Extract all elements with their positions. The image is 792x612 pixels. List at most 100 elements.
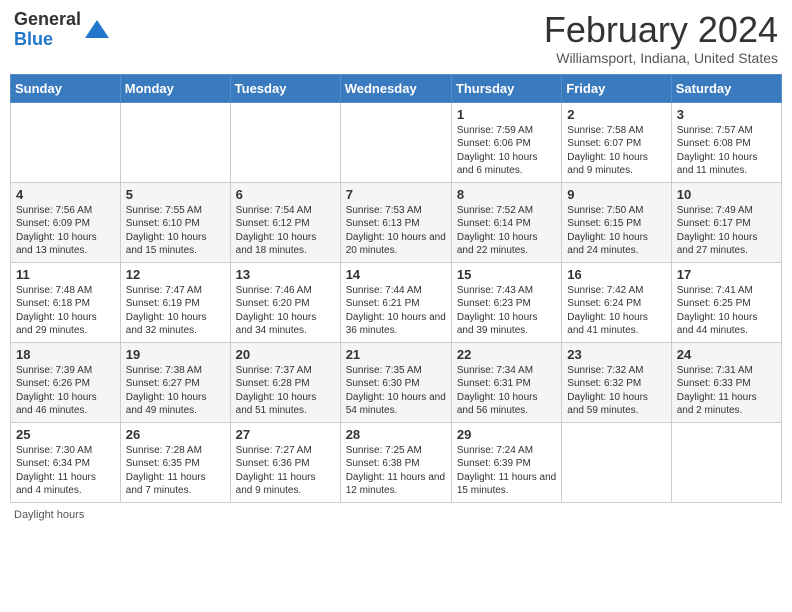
day-info: Sunrise: 7:38 AM Sunset: 6:27 PM Dayligh… [126, 364, 225, 418]
day-number: 26 [126, 427, 225, 442]
day-info: Sunrise: 7:46 AM Sunset: 6:20 PM Dayligh… [236, 284, 335, 338]
main-title: February 2024 [544, 10, 778, 50]
calendar-cell: 25 Sunrise: 7:30 AM Sunset: 6:34 PM Dayli… [11, 422, 121, 502]
day-number: 29 [457, 427, 556, 442]
calendar-cell: 22 Sunrise: 7:34 AM Sunset: 6:31 PM Dayli… [451, 342, 561, 422]
day-info: Sunrise: 7:27 AM Sunset: 6:36 PM Dayligh… [236, 444, 335, 498]
day-info: Sunrise: 7:39 AM Sunset: 6:26 PM Dayligh… [16, 364, 115, 418]
day-info: Sunrise: 7:30 AM Sunset: 6:34 PM Dayligh… [16, 444, 115, 498]
calendar-cell: 19 Sunrise: 7:38 AM Sunset: 6:27 PM Dayli… [120, 342, 230, 422]
column-header-wednesday: Wednesday [340, 74, 451, 102]
day-info: Sunrise: 7:31 AM Sunset: 6:33 PM Dayligh… [677, 364, 776, 418]
day-info: Sunrise: 7:47 AM Sunset: 6:19 PM Dayligh… [126, 284, 225, 338]
column-header-friday: Friday [562, 74, 671, 102]
calendar-cell: 11 Sunrise: 7:48 AM Sunset: 6:18 PM Dayli… [11, 262, 121, 342]
day-info: Sunrise: 7:44 AM Sunset: 6:21 PM Dayligh… [346, 284, 446, 338]
day-info: Sunrise: 7:42 AM Sunset: 6:24 PM Dayligh… [567, 284, 665, 338]
calendar-cell: 4 Sunrise: 7:56 AM Sunset: 6:09 PM Daylig… [11, 182, 121, 262]
day-info: Sunrise: 7:35 AM Sunset: 6:30 PM Dayligh… [346, 364, 446, 418]
calendar-cell: 1Sunrise: 7:59 AM Sunset: 6:06 PM Daylig… [451, 102, 561, 182]
day-info: Sunrise: 7:41 AM Sunset: 6:25 PM Dayligh… [677, 284, 776, 338]
day-number: 7 [346, 187, 446, 202]
day-number: 15 [457, 267, 556, 282]
day-number: 17 [677, 267, 776, 282]
calendar-week-row: 11 Sunrise: 7:48 AM Sunset: 6:18 PM Dayli… [11, 262, 782, 342]
calendar-cell: 20Sunrise: 7:37 AM Sunset: 6:28 PM Dayli… [230, 342, 340, 422]
logo-icon [83, 16, 111, 44]
day-number: 16 [567, 267, 665, 282]
day-number: 19 [126, 347, 225, 362]
column-header-thursday: Thursday [451, 74, 561, 102]
calendar-week-row: 1Sunrise: 7:59 AM Sunset: 6:06 PM Daylig… [11, 102, 782, 182]
calendar-header-row: SundayMondayTuesdayWednesdayThursdayFrid… [11, 74, 782, 102]
calendar-cell: 21 Sunrise: 7:35 AM Sunset: 6:30 PM Dayli… [340, 342, 451, 422]
calendar-cell: 10 Sunrise: 7:49 AM Sunset: 6:17 PM Dayli… [671, 182, 781, 262]
day-number: 14 [346, 267, 446, 282]
day-number: 1 [457, 107, 556, 122]
day-info: Sunrise: 7:43 AM Sunset: 6:23 PM Dayligh… [457, 284, 556, 338]
calendar-cell: 9Sunrise: 7:50 AM Sunset: 6:15 PM Daylig… [562, 182, 671, 262]
day-number: 8 [457, 187, 556, 202]
daylight-label: Daylight hours [14, 509, 84, 521]
calendar-week-row: 25 Sunrise: 7:30 AM Sunset: 6:34 PM Dayli… [11, 422, 782, 502]
column-header-sunday: Sunday [11, 74, 121, 102]
footer: Daylight hours [10, 509, 782, 521]
calendar-cell: 29 Sunrise: 7:24 AM Sunset: 6:39 PM Dayli… [451, 422, 561, 502]
calendar-cell: 6 Sunrise: 7:54 AM Sunset: 6:12 PM Daylig… [230, 182, 340, 262]
day-info: Sunrise: 7:56 AM Sunset: 6:09 PM Dayligh… [16, 204, 115, 258]
calendar-cell: 15 Sunrise: 7:43 AM Sunset: 6:23 PM Dayli… [451, 262, 561, 342]
logo-general-text: General [14, 10, 81, 30]
day-number: 13 [236, 267, 335, 282]
column-header-monday: Monday [120, 74, 230, 102]
subtitle: Williamsport, Indiana, United States [544, 50, 778, 66]
day-number: 22 [457, 347, 556, 362]
calendar-week-row: 4 Sunrise: 7:56 AM Sunset: 6:09 PM Daylig… [11, 182, 782, 262]
day-number: 23 [567, 347, 665, 362]
logo: General Blue [14, 10, 111, 50]
day-number: 4 [16, 187, 115, 202]
day-info: Sunrise: 7:32 AM Sunset: 6:32 PM Dayligh… [567, 364, 665, 418]
day-info: Sunrise: 7:24 AM Sunset: 6:39 PM Dayligh… [457, 444, 556, 498]
title-block: February 2024 Williamsport, Indiana, Uni… [544, 10, 778, 66]
day-number: 21 [346, 347, 446, 362]
calendar-cell: 8Sunrise: 7:52 AM Sunset: 6:14 PM Daylig… [451, 182, 561, 262]
day-info: Sunrise: 7:48 AM Sunset: 6:18 PM Dayligh… [16, 284, 115, 338]
day-info: Sunrise: 7:34 AM Sunset: 6:31 PM Dayligh… [457, 364, 556, 418]
day-number: 11 [16, 267, 115, 282]
calendar-cell [562, 422, 671, 502]
day-info: Sunrise: 7:57 AM Sunset: 6:08 PM Dayligh… [677, 124, 776, 178]
day-number: 6 [236, 187, 335, 202]
calendar-cell: 3 Sunrise: 7:57 AM Sunset: 6:08 PM Daylig… [671, 102, 781, 182]
calendar-cell [11, 102, 121, 182]
column-header-saturday: Saturday [671, 74, 781, 102]
calendar-cell: 26 Sunrise: 7:28 AM Sunset: 6:35 PM Dayli… [120, 422, 230, 502]
logo-blue-text: Blue [14, 30, 81, 50]
day-number: 25 [16, 427, 115, 442]
calendar-cell: 14 Sunrise: 7:44 AM Sunset: 6:21 PM Dayli… [340, 262, 451, 342]
day-info: Sunrise: 7:55 AM Sunset: 6:10 PM Dayligh… [126, 204, 225, 258]
day-info: Sunrise: 7:25 AM Sunset: 6:38 PM Dayligh… [346, 444, 446, 498]
day-info: Sunrise: 7:49 AM Sunset: 6:17 PM Dayligh… [677, 204, 776, 258]
day-info: Sunrise: 7:54 AM Sunset: 6:12 PM Dayligh… [236, 204, 335, 258]
day-number: 5 [126, 187, 225, 202]
page-header: General Blue February 2024 Williamsport,… [10, 10, 782, 66]
day-info: Sunrise: 7:28 AM Sunset: 6:35 PM Dayligh… [126, 444, 225, 498]
calendar-cell: 18Sunrise: 7:39 AM Sunset: 6:26 PM Dayli… [11, 342, 121, 422]
day-info: Sunrise: 7:37 AM Sunset: 6:28 PM Dayligh… [236, 364, 335, 418]
day-number: 12 [126, 267, 225, 282]
day-number: 27 [236, 427, 335, 442]
calendar-cell: 7 Sunrise: 7:53 AM Sunset: 6:13 PM Daylig… [340, 182, 451, 262]
calendar-cell: 5 Sunrise: 7:55 AM Sunset: 6:10 PM Daylig… [120, 182, 230, 262]
calendar-cell [340, 102, 451, 182]
day-number: 10 [677, 187, 776, 202]
calendar-cell: 23 Sunrise: 7:32 AM Sunset: 6:32 PM Dayli… [562, 342, 671, 422]
calendar-cell: 24Sunrise: 7:31 AM Sunset: 6:33 PM Dayli… [671, 342, 781, 422]
calendar-cell: 12 Sunrise: 7:47 AM Sunset: 6:19 PM Dayli… [120, 262, 230, 342]
calendar-cell [120, 102, 230, 182]
day-info: Sunrise: 7:53 AM Sunset: 6:13 PM Dayligh… [346, 204, 446, 258]
calendar-week-row: 18Sunrise: 7:39 AM Sunset: 6:26 PM Dayli… [11, 342, 782, 422]
day-number: 3 [677, 107, 776, 122]
calendar-table: SundayMondayTuesdayWednesdayThursdayFrid… [10, 74, 782, 503]
column-header-tuesday: Tuesday [230, 74, 340, 102]
calendar-cell: 2Sunrise: 7:58 AM Sunset: 6:07 PM Daylig… [562, 102, 671, 182]
